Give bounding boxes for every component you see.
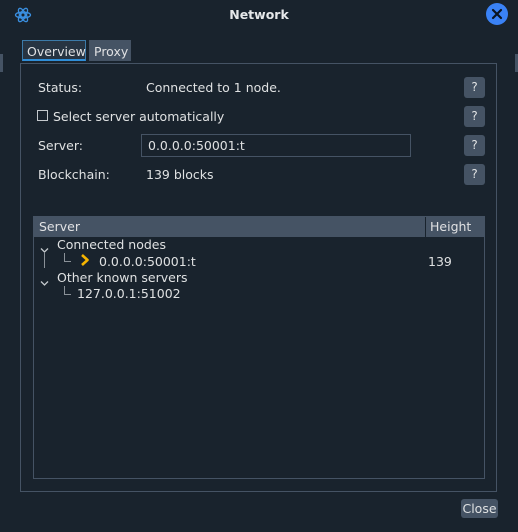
blockchain-value: 139 blocks [146, 167, 214, 182]
server-tree[interactable]: Server Height Connected nodes 0.0.0.0:50… [33, 216, 485, 479]
tree-branch-line [64, 294, 71, 295]
auto-select-label[interactable]: Select server automatically [53, 109, 224, 124]
server-input[interactable]: 0.0.0.0:50001:t [141, 134, 411, 157]
tree-group-connected[interactable]: Connected nodes [57, 237, 166, 252]
tree-item-height: 139 [428, 254, 452, 269]
auto-select-checkbox[interactable] [37, 110, 48, 121]
tree-branch-line [64, 261, 71, 262]
edge-strip-left [0, 54, 3, 72]
tree-guide-line [44, 252, 45, 268]
column-server[interactable]: Server [39, 219, 80, 234]
tab-proxy[interactable]: Proxy [89, 40, 131, 61]
status-help-button[interactable]: ? [464, 77, 485, 98]
close-button[interactable]: Close [461, 499, 498, 518]
tree-branch-line [64, 286, 65, 294]
status-value: Connected to 1 node. [146, 80, 281, 95]
chevron-down-icon[interactable] [40, 275, 49, 290]
column-height[interactable]: Height [430, 219, 471, 234]
server-label: Server: [38, 138, 83, 153]
tree-item-server[interactable]: 127.0.0.1:51002 [77, 286, 181, 301]
tree-item-server[interactable]: 0.0.0.0:50001:t [99, 254, 196, 269]
blockchain-label: Blockchain: [38, 167, 110, 182]
blockchain-help-button[interactable]: ? [464, 164, 485, 185]
tree-header: Server Height [34, 217, 484, 237]
close-icon[interactable] [486, 3, 508, 25]
status-label: Status: [38, 80, 83, 95]
title-bar: Network [0, 0, 518, 29]
auto-select-help-button[interactable]: ? [464, 106, 485, 127]
chevron-right-icon [80, 254, 90, 269]
window-title: Network [229, 7, 289, 22]
tree-branch-line [64, 253, 65, 261]
column-divider[interactable] [425, 217, 426, 237]
tab-overview[interactable]: Overview [22, 40, 86, 61]
tree-group-other[interactable]: Other known servers [57, 270, 187, 285]
server-help-button[interactable]: ? [464, 135, 485, 156]
